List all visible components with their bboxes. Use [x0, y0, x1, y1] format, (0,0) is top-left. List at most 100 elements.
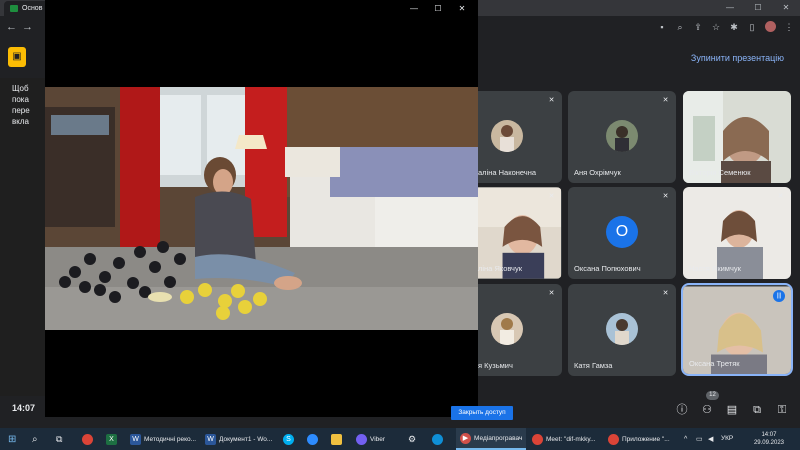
- participant-tile-active-speaker[interactable]: ||| Оксана Третяк: [681, 283, 793, 376]
- taskbar-item[interactable]: Viber: [356, 428, 385, 450]
- windows-taskbar: ⊞ ⌕ ⧉ X W Методичні реко... W Документ1 …: [0, 428, 800, 450]
- participant-name: Аня Охрімчук: [574, 168, 621, 177]
- participant-avatar: [491, 120, 523, 152]
- player-window-controls: — ☐ ✕: [402, 2, 474, 16]
- side-text-line: пере: [12, 106, 30, 115]
- close-access-button[interactable]: Закрыть доступ: [451, 406, 513, 420]
- browser-window-controls: — ☐ ✕: [716, 0, 800, 16]
- presentation-icon: ▣: [8, 47, 26, 67]
- extensions-icon[interactable]: ✱: [729, 21, 739, 33]
- mic-off-icon: ✕: [548, 193, 555, 200]
- clock-date: 29.09.2023: [753, 440, 784, 446]
- screen: Основ — ☐ ✕ ← → ▪ ⌕ ⇪ ☆ ✱ ▯ ⋮ ▣ Зупинити…: [0, 0, 800, 450]
- participant-name: Оксана Попюхович: [574, 264, 641, 273]
- task-view-icon[interactable]: ⧉: [56, 428, 62, 450]
- participant-name: Катя Гамза: [574, 361, 613, 370]
- participant-tile[interactable]: О ✕ Оксана Попюхович: [568, 187, 676, 279]
- participant-name: ліна Яковчук: [478, 264, 522, 273]
- chrome-icon: [532, 433, 543, 445]
- activities-icon[interactable]: ⧉: [751, 404, 763, 416]
- participant-name: аліна Наконечна: [478, 168, 537, 177]
- start-icon[interactable]: ⊞: [8, 428, 16, 450]
- participant-name: Вікторія Семенюк: [689, 168, 751, 177]
- meeting-time: 14:07: [12, 403, 36, 413]
- viber-icon: [356, 433, 367, 445]
- chrome-icon[interactable]: [82, 428, 93, 450]
- taskbar-item[interactable]: W Документ1 - Wo...: [205, 428, 272, 450]
- minimize-icon[interactable]: —: [716, 0, 744, 16]
- meet-favicon-icon: [10, 5, 18, 12]
- clock-time: 14:07: [761, 432, 777, 438]
- participant-tile[interactable]: Вікторія Семенюк: [683, 91, 791, 183]
- stop-presentation-button[interactable]: Зупинити презентацію: [691, 53, 784, 63]
- participant-name: Настя Якимчук: [689, 264, 741, 273]
- share-icon[interactable]: ⇪: [693, 21, 703, 33]
- mic-off-icon: ✕: [548, 97, 555, 104]
- profile-avatar[interactable]: [765, 21, 776, 32]
- close-icon[interactable]: ✕: [450, 2, 474, 16]
- taskbar-clock[interactable]: 14:07 29.09.2023: [754, 431, 784, 447]
- bookmark-star-icon[interactable]: ☆: [711, 21, 721, 33]
- tray-chevron-icon[interactable]: ^: [684, 428, 687, 450]
- maximize-icon[interactable]: ☐: [426, 2, 450, 16]
- word-icon: W: [205, 433, 216, 445]
- taskbar-item-label: Приложение "...: [622, 435, 670, 443]
- back-arrow-icon[interactable]: ←: [6, 21, 17, 33]
- taskbar-item-active[interactable]: ▶ Медіапрогравач: [456, 428, 527, 450]
- minimize-icon[interactable]: —: [402, 2, 426, 16]
- media-player-window: — ☐ ✕: [45, 0, 478, 417]
- excel-icon[interactable]: X: [106, 428, 117, 450]
- edge-icon[interactable]: [432, 428, 443, 450]
- taskbar-item-label: Meet: "dif-mkky...: [546, 435, 596, 443]
- taskbar-item-label: Viber: [370, 435, 386, 443]
- browser-tab-title: Основ: [22, 5, 43, 12]
- search-icon[interactable]: ⌕: [32, 428, 38, 450]
- menu-dots-icon[interactable]: ⋮: [784, 21, 794, 33]
- lock-person-icon[interactable]: ⚿: [776, 404, 788, 416]
- participant-initial: О: [606, 216, 638, 248]
- skype-icon[interactable]: S: [283, 428, 294, 450]
- maximize-icon[interactable]: ☐: [744, 0, 772, 16]
- zoom-icon[interactable]: [307, 428, 318, 450]
- participant-name: я Кузьмич: [478, 361, 513, 370]
- mic-off-icon: ✕: [662, 290, 669, 297]
- presentation-side-text: Щоб пока пере вкла: [12, 83, 42, 127]
- mic-off-icon: ✕: [662, 193, 669, 200]
- mic-off-icon: ✕: [548, 290, 555, 297]
- search-icon[interactable]: ⌕: [675, 21, 685, 33]
- taskbar-item[interactable]: Приложение "...: [608, 428, 670, 450]
- participant-avatar: [491, 313, 523, 345]
- side-text-line: вкла: [12, 117, 29, 126]
- taskbar-item[interactable]: W Методичні реко...: [130, 428, 196, 450]
- participant-avatar: [606, 313, 638, 345]
- side-text-line: Щоб: [12, 84, 29, 93]
- side-text-line: пока: [12, 95, 29, 104]
- file-explorer-icon[interactable]: [331, 428, 342, 450]
- participant-tile[interactable]: ✕ Аня Охрімчук: [568, 91, 676, 183]
- taskbar-item[interactable]: Meet: "dif-mkky...: [532, 428, 596, 450]
- people-count-badge: 12: [706, 391, 719, 400]
- camera-indicator-icon[interactable]: ▪: [657, 21, 667, 33]
- info-icon[interactable]: ⓘ: [676, 404, 688, 416]
- people-icon[interactable]: ⚇: [701, 404, 713, 416]
- chat-icon[interactable]: ▤: [726, 404, 738, 416]
- participant-name: Оксана Третяк: [689, 359, 740, 368]
- close-icon[interactable]: ✕: [772, 0, 800, 16]
- sidepanel-icon[interactable]: ▯: [747, 21, 757, 33]
- video-scene: [45, 87, 478, 330]
- volume-icon[interactable]: ◀: [708, 428, 713, 450]
- meet-bottom-toolbar: ⓘ ⚇ ▤ ⧉ ⚿: [478, 396, 800, 426]
- mic-off-icon: ✕: [777, 193, 784, 200]
- video-frame[interactable]: [45, 87, 478, 330]
- word-icon: W: [130, 433, 141, 445]
- participant-avatar: [606, 120, 638, 152]
- language-indicator[interactable]: УКР: [721, 435, 733, 442]
- settings-icon[interactable]: ⚙: [408, 428, 416, 450]
- network-icon[interactable]: ▭: [696, 428, 703, 450]
- media-player-icon: ▶: [460, 432, 471, 444]
- speaking-indicator-icon: |||: [773, 290, 785, 302]
- taskbar-item-label: Методичні реко...: [144, 435, 197, 443]
- forward-arrow-icon[interactable]: →: [22, 21, 33, 33]
- participant-tile[interactable]: ✕ Настя Якимчук: [683, 187, 791, 279]
- participant-tile[interactable]: ✕ Катя Гамза: [568, 284, 676, 376]
